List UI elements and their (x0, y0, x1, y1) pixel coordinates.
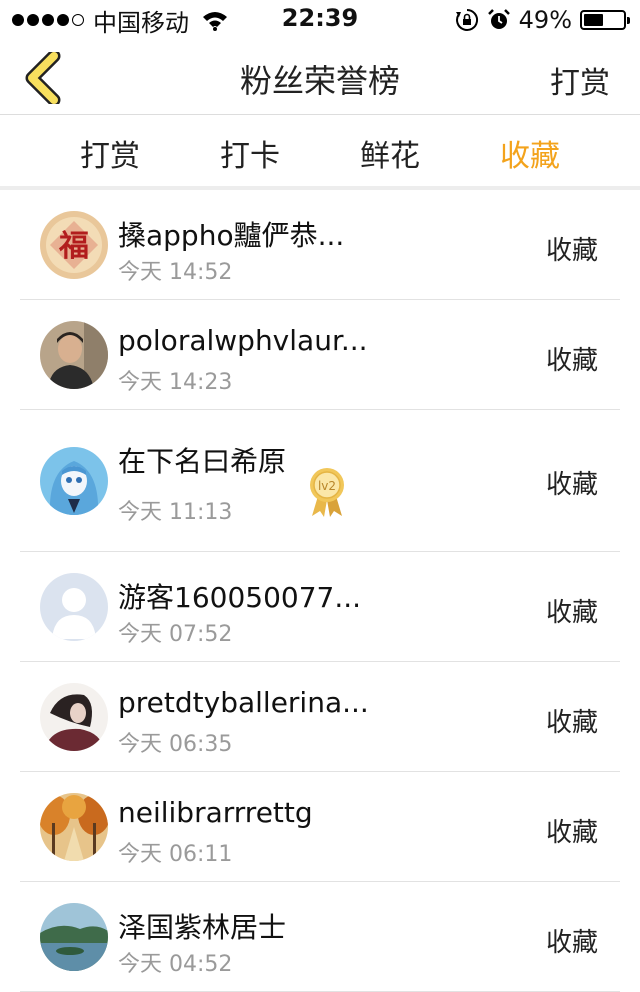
list-item[interactable]: pretdtyballerina... 今天 06:35 收藏 (20, 662, 620, 772)
default-user-avatar[interactable] (40, 573, 108, 641)
battery-percentage: 49% (518, 6, 572, 34)
fan-time: 今天 11:13 (118, 500, 233, 525)
list-item[interactable]: 在下名曰希原 lv2 今天 11:13 收藏 (20, 410, 620, 552)
girl-photo-avatar[interactable] (40, 683, 108, 751)
fan-time: 今天 07:52 (118, 622, 233, 647)
list-item[interactable]: 游客160050077... 今天 07:52 收藏 (20, 552, 620, 662)
battery-level (584, 14, 603, 26)
fan-name: poloralwphvlaur... (118, 324, 368, 357)
alarm-icon (487, 9, 510, 29)
fan-action-label: 收藏 (545, 346, 598, 376)
reward-button[interactable]: 打赏 (550, 58, 610, 102)
fan-action-label: 收藏 (545, 236, 598, 266)
category-tabs: 打赏 打卡 鲜花 收藏 (0, 115, 640, 187)
battery-icon (580, 10, 630, 30)
level-badge-text: lv2 (318, 479, 336, 493)
page-title: 粉丝荣誉榜 (239, 62, 400, 100)
fan-action-label: 收藏 (545, 598, 598, 628)
fan-name: pretdtyballerina... (118, 686, 369, 719)
fan-time: 今天 06:11 (118, 842, 233, 867)
fan-action-label: 收藏 (545, 470, 598, 500)
fan-name: 搡appho黸俨恭... (118, 219, 345, 252)
list-item[interactable]: 泽国紫林居士 今天 04:52 收藏 (20, 882, 620, 992)
level-medal-icon: lv2 (310, 468, 344, 517)
fan-time: 今天 14:52 (118, 260, 233, 285)
fan-time: 今天 14:23 (118, 370, 233, 395)
status-bar: 中国移动 22:39 49% (0, 0, 640, 40)
fan-list: 福 搡appho黸俨恭... 今天 14:52 收藏 poloralwphvla… (20, 190, 620, 992)
fu-character-avatar[interactable]: 福 (40, 211, 108, 279)
status-right: 49% (455, 4, 630, 36)
man-photo-avatar[interactable] (40, 321, 108, 389)
anime-girl-avatar[interactable] (40, 447, 108, 515)
fan-name: 在下名曰希原 (118, 445, 287, 478)
tab-favorites[interactable]: 收藏 (460, 131, 600, 175)
autumn-trees-avatar[interactable] (40, 793, 108, 861)
navigation-bar: 粉丝荣誉榜 打赏 (0, 40, 640, 115)
fan-name: 泽国紫林居士 (118, 911, 287, 944)
fan-name: 游客160050077... (118, 581, 362, 614)
fan-time: 今天 04:52 (118, 952, 233, 977)
list-item[interactable]: 福 搡appho黸俨恭... 今天 14:52 收藏 (20, 190, 620, 300)
fan-action-label: 收藏 (545, 708, 598, 738)
list-item[interactable]: poloralwphvlaur... 今天 14:23 收藏 (20, 300, 620, 410)
landscape-avatar[interactable] (40, 903, 108, 971)
tab-flowers[interactable]: 鲜花 (320, 131, 460, 175)
fan-action-label: 收藏 (545, 818, 598, 848)
list-item[interactable]: neilibrarrrettg 今天 06:11 收藏 (20, 772, 620, 882)
svg-text:福: 福 (58, 229, 89, 264)
tab-checkin[interactable]: 打卡 (180, 131, 320, 175)
fan-action-label: 收藏 (545, 928, 598, 958)
fan-time: 今天 06:35 (118, 732, 233, 757)
orientation-lock-icon (455, 8, 478, 31)
tab-reward[interactable]: 打赏 (40, 131, 180, 175)
fan-name: neilibrarrrettg (118, 796, 313, 829)
